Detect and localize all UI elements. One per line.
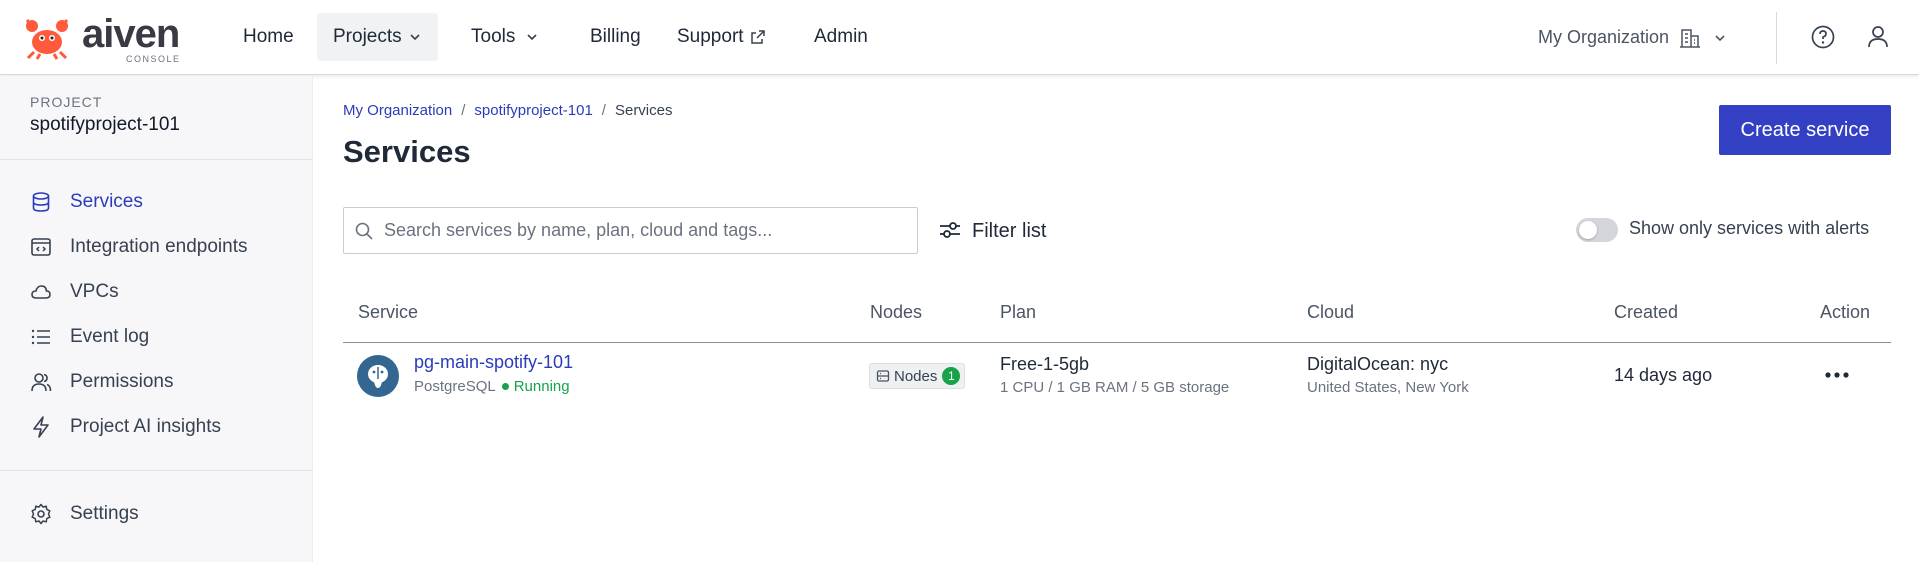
project-sidebar: PROJECT spotifyproject-101 Services Inte…: [0, 76, 313, 562]
sidebar-item-label: Event log: [70, 326, 150, 347]
nav-home[interactable]: Home: [227, 13, 310, 61]
nav-admin[interactable]: Admin: [798, 13, 884, 61]
column-header-cloud[interactable]: Cloud: [1307, 302, 1354, 323]
cloud-region: United States, New York: [1307, 379, 1469, 396]
nav-projects-label: Projects: [333, 26, 402, 47]
filter-list-label: Filter list: [972, 220, 1047, 242]
postgresql-icon: [357, 355, 399, 397]
column-header-created[interactable]: Created: [1614, 302, 1678, 323]
server-icon: [876, 370, 890, 382]
cloud-icon: [31, 285, 51, 299]
column-header-plan[interactable]: Plan: [1000, 302, 1036, 323]
service-type: PostgreSQL: [414, 378, 496, 395]
filter-list-button[interactable]: Filter list: [938, 215, 1046, 247]
plan-name: Free-1-5gb: [1000, 354, 1090, 374]
service-meta: PostgreSQL Running: [414, 378, 570, 395]
sidebar-item-label: Permissions: [70, 371, 174, 392]
breadcrumb-separator: /: [601, 102, 606, 119]
nav-admin-label: Admin: [814, 26, 868, 47]
service-name-link[interactable]: pg-main-spotify-101: [414, 352, 573, 373]
table-header-divider: [343, 342, 1891, 343]
organization-selector[interactable]: My Organization: [1538, 13, 1727, 61]
chevron-down-icon: [410, 34, 420, 41]
breadcrumb-organization[interactable]: My Organization: [343, 102, 452, 119]
breadcrumb-project[interactable]: spotifyproject-101: [474, 102, 592, 119]
users-icon: [31, 373, 52, 392]
sidebar-item-label: VPCs: [70, 281, 119, 302]
alerts-toggle[interactable]: [1576, 218, 1618, 242]
column-header-nodes: Nodes: [870, 302, 923, 322]
chevron-down-icon: [1715, 35, 1725, 42]
integration-icon: [31, 238, 51, 256]
sidebar-item-label: Settings: [70, 503, 139, 524]
crab-logo-icon: [25, 19, 69, 60]
toggle-knob: [1579, 221, 1597, 239]
page-title: Services: [343, 134, 471, 169]
status-dot-icon: [501, 383, 509, 390]
breadcrumb: My Organization / spotifyproject-101 / Servi…: [343, 102, 673, 119]
search-box[interactable]: [343, 207, 918, 254]
user-icon[interactable]: [1865, 24, 1891, 50]
nav-billing[interactable]: Billing: [574, 13, 657, 61]
project-label: PROJECT: [30, 94, 103, 110]
building-icon: [1680, 29, 1701, 48]
service-status: Running: [513, 378, 570, 395]
lightning-icon: [33, 416, 49, 438]
nav-projects[interactable]: Projects: [317, 13, 438, 61]
project-name[interactable]: spotifyproject-101: [30, 114, 180, 136]
brand-subtitle: CONSOLE: [126, 54, 181, 64]
sidebar-item-label: Project AI insights: [70, 416, 222, 437]
nav-billing-label: Billing: [590, 26, 641, 47]
created-time: 14 days ago: [1614, 365, 1713, 385]
nav-support-label: Support: [677, 26, 744, 47]
organization-name: My Organization: [1538, 27, 1670, 47]
chevron-down-icon: [527, 34, 537, 41]
gear-icon: [31, 503, 51, 525]
filter-sliders-icon: [940, 221, 960, 238]
top-navigation-bar: aiven CONSOLE Home Projects Tools Billin…: [0, 0, 1919, 75]
nav-home-label: Home: [243, 26, 294, 47]
more-actions-icon[interactable]: [1822, 362, 1852, 388]
plan-detail: 1 CPU / 1 GB RAM / 5 GB storage: [1000, 379, 1230, 396]
external-link-icon: [750, 30, 765, 44]
sidebar-item-label: Services: [70, 191, 143, 212]
search-icon: [355, 222, 373, 240]
column-header-service[interactable]: Service: [358, 302, 418, 323]
alerts-toggle-label: Show only services with alerts: [1629, 218, 1870, 238]
aiven-logo[interactable]: aiven CONSOLE: [22, 12, 192, 66]
breadcrumb-current: Services: [614, 102, 673, 119]
sidebar-divider: [0, 470, 313, 471]
brand-name: aiven: [82, 12, 180, 56]
nodes-badge: Nodes 1: [869, 363, 966, 389]
column-header-action: Action: [1820, 302, 1871, 322]
nodes-badge-label: Nodes: [894, 368, 938, 385]
breadcrumb-separator: /: [461, 102, 466, 119]
create-service-button[interactable]: Create service: [1719, 105, 1891, 155]
header-divider: [1776, 12, 1777, 64]
nav-tools-label: Tools: [471, 26, 516, 47]
sidebar-item-label: Integration endpoints: [70, 236, 248, 257]
search-input[interactable]: [382, 208, 907, 253]
cloud-name: DigitalOcean: nyc: [1307, 354, 1449, 374]
help-icon[interactable]: [1810, 24, 1836, 50]
list-icon: [31, 329, 50, 345]
nav-tools[interactable]: Tools: [455, 13, 555, 61]
nav-support[interactable]: Support: [661, 13, 782, 61]
sidebar-divider: [0, 159, 313, 160]
database-icon: [32, 192, 50, 212]
nodes-count: 1: [942, 367, 961, 386]
